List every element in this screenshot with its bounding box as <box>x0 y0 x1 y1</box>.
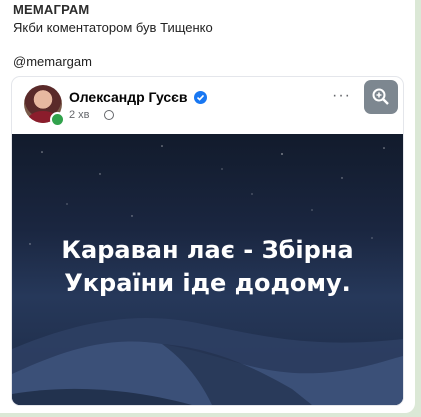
post-time[interactable]: 2 хв <box>69 109 90 121</box>
image-caption: Караван лає - Збірна України іде додому. <box>12 234 403 300</box>
image-caption-line2: України іде додому. <box>64 269 351 297</box>
zoom-icon <box>372 88 389 105</box>
post-author[interactable]: Олександр Гусєв <box>69 89 188 105</box>
message-bubble: МЕМАГРАМ Якби коментатором був Тищенко @… <box>0 0 415 413</box>
post-image[interactable]: Караван лає - Збірна України іде додому. <box>12 134 403 405</box>
online-status-icon <box>50 112 65 127</box>
more-options-icon[interactable]: ··· <box>332 87 351 105</box>
globe-icon <box>104 110 114 120</box>
zoom-button[interactable] <box>364 80 398 114</box>
channel-name[interactable]: МЕМАГРАМ <box>13 2 89 17</box>
facebook-post-card[interactable]: Олександр Гусєв 2 хв ··· Караван лає - З… <box>12 77 403 405</box>
image-caption-line1: Караван лає - Збірна <box>61 236 354 264</box>
message-caption: Якби коментатором був Тищенко <box>13 20 213 35</box>
message-handle[interactable]: @memargam <box>13 54 92 69</box>
verified-badge-icon <box>194 91 207 104</box>
